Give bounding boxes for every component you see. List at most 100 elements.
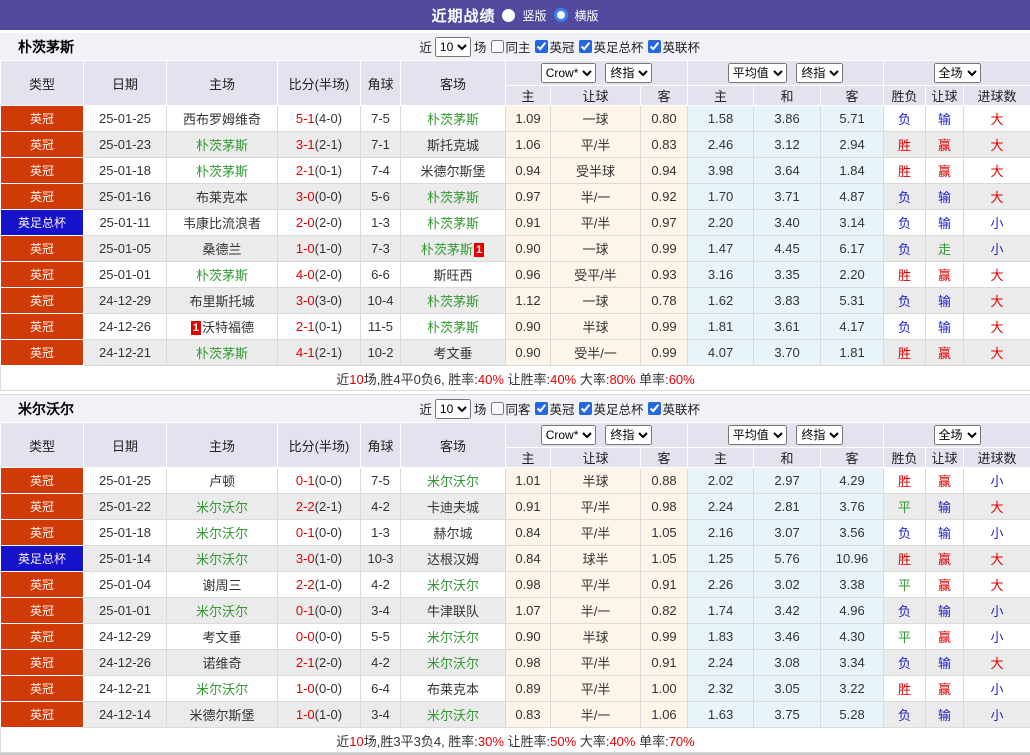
away-team-cell: 达根汉姆 (401, 546, 506, 572)
red-card-badge: 1 (191, 321, 201, 335)
layout-horizontal-label: 横版 (575, 7, 599, 24)
average-time-select[interactable]: 终指 (796, 425, 843, 445)
handicap-away-odds-cell: 0.99 (641, 236, 688, 262)
avg-draw-odds-cell: 2.97 (754, 468, 821, 494)
full-time-score: 3-1 (296, 137, 315, 152)
avg-draw-odds-cell: 5.76 (754, 546, 821, 572)
corner-cell: 7-5 (361, 468, 401, 494)
summary-segment: 10 (349, 372, 363, 387)
result-handicap-cell: 输 (926, 106, 964, 132)
col-header-away: 客场 (401, 423, 506, 468)
half-time-score: (0-1) (315, 319, 342, 334)
handicap-away-odds-cell: 1.00 (641, 676, 688, 702)
result-goals-cell: 大 (964, 494, 1030, 520)
team-name-text: 朴茨茅斯 (196, 346, 248, 361)
half-time-score: (1-0) (315, 577, 342, 592)
score-cell: 0-1(0-0) (278, 468, 361, 494)
subcol-avg-draw: 和 (754, 86, 821, 106)
team-name-text: 米尔沃尔 (196, 604, 248, 619)
avg-draw-odds-cell: 3.12 (754, 132, 821, 158)
same-venue-checkbox[interactable] (491, 40, 504, 53)
avg-away-odds-cell: 3.76 (821, 494, 884, 520)
match-count-select[interactable]: 10 (435, 399, 471, 419)
summary-segment: 80% (609, 372, 635, 387)
result-goals-cell: 小 (964, 624, 1030, 650)
average-odds-select[interactable]: 平均值 (728, 425, 787, 445)
team-name-text: 朴茨茅斯 (427, 190, 479, 205)
result-wdl-cell: 平 (884, 624, 926, 650)
home-team-cell: 考文垂 (167, 624, 278, 650)
home-team-cell: 米德尔斯堡 (167, 702, 278, 728)
layout-vertical-radio[interactable] (502, 9, 515, 22)
result-goals-cell: 小 (964, 210, 1030, 236)
league-filter-checkbox[interactable] (579, 402, 592, 415)
avg-home-odds-cell: 1.62 (688, 288, 754, 314)
avg-home-odds-cell: 2.32 (688, 676, 754, 702)
average-odds-select[interactable]: 平均值 (728, 63, 787, 83)
table-row: 英冠24-12-29考文垂0-0(0-0)5-5米尔沃尔0.90半球0.991.… (1, 624, 1030, 650)
results-table: 类型 日期 主场 比分(半场) 角球 客场 Crow* 终指 平均值 终指 (0, 422, 1030, 753)
handicap-time-select[interactable]: 终指 (605, 425, 652, 445)
odds-provider-select[interactable]: Crow* (541, 425, 596, 445)
handicap-away-odds-cell: 1.06 (641, 702, 688, 728)
table-row: 英冠25-01-22米尔沃尔2-2(2-1)4-2卡迪夫城0.91平/半0.98… (1, 494, 1030, 520)
same-venue-checkbox[interactable] (491, 402, 504, 415)
handicap-away-odds-cell: 0.80 (641, 106, 688, 132)
away-team-cell: 米尔沃尔 (401, 468, 506, 494)
league-filter-checkbox[interactable] (648, 40, 661, 53)
scope-select[interactable]: 全场 (934, 63, 981, 83)
away-team-cell: 布莱克本 (401, 676, 506, 702)
full-time-score: 2-1 (296, 163, 315, 178)
match-count-select[interactable]: 10 (435, 37, 471, 57)
handicap-home-odds-cell: 0.91 (506, 210, 551, 236)
date-cell: 25-01-14 (84, 546, 167, 572)
summary-segment: 40% (478, 372, 504, 387)
full-time-score: 2-0 (296, 215, 315, 230)
home-team-cell: 卢顿 (167, 468, 278, 494)
home-team-cell: 布里斯托城 (167, 288, 278, 314)
league-filter-checkbox[interactable] (648, 402, 661, 415)
handicap-away-odds-cell: 0.99 (641, 624, 688, 650)
odds-provider-select[interactable]: Crow* (541, 63, 596, 83)
summary-segment: 场,胜4平0负6, 胜率: (364, 372, 478, 387)
avg-home-odds-cell: 1.25 (688, 546, 754, 572)
summary-segment: 50% (550, 734, 576, 749)
date-cell: 24-12-14 (84, 702, 167, 728)
subcol-handicap-home: 主 (506, 448, 551, 468)
away-team-cell: 朴茨茅斯 (401, 288, 506, 314)
layout-horizontal-radio[interactable] (554, 8, 568, 22)
league-filter-checkbox[interactable] (535, 40, 548, 53)
summary-segment: 40% (550, 372, 576, 387)
handicap-line-cell: 平/半 (551, 572, 641, 598)
half-time-score: (0-1) (315, 163, 342, 178)
league-filter-checkbox[interactable] (579, 40, 592, 53)
corner-cell: 4-2 (361, 650, 401, 676)
subcol-handicap-away: 客 (641, 86, 688, 106)
away-team-cell: 赫尔城 (401, 520, 506, 546)
summary-segment: 场,胜3平3负4, 胜率: (364, 734, 478, 749)
league-cell: 英冠 (1, 468, 84, 494)
table-row: 英足总杯25-01-14米尔沃尔3-0(1-0)10-3达根汉姆0.84球半1.… (1, 546, 1030, 572)
full-time-score: 4-1 (296, 345, 315, 360)
scope-select[interactable]: 全场 (934, 425, 981, 445)
same-venue-label: 同客 (505, 399, 530, 418)
average-time-select[interactable]: 终指 (796, 63, 843, 83)
half-time-score: (1-0) (315, 551, 342, 566)
result-goals-cell: 大 (964, 546, 1030, 572)
team-name-text: 卢顿 (209, 474, 235, 489)
avg-draw-odds-cell: 3.07 (754, 520, 821, 546)
avg-draw-odds-cell: 3.35 (754, 262, 821, 288)
avg-draw-odds-cell: 3.08 (754, 650, 821, 676)
away-team-cell: 米尔沃尔 (401, 702, 506, 728)
team-section: 朴茨茅斯 近 10 场 同主 英冠英足总杯英联杯 类型 日期 主场 (0, 33, 1030, 391)
avg-draw-odds-cell: 3.86 (754, 106, 821, 132)
handicap-time-select[interactable]: 终指 (605, 63, 652, 83)
league-filter-checkbox[interactable] (535, 402, 548, 415)
home-team-cell: 朴茨茅斯 (167, 262, 278, 288)
team-name-text: 布里斯托城 (189, 294, 254, 309)
result-wdl-cell: 负 (884, 598, 926, 624)
full-time-score: 5-1 (296, 111, 315, 126)
avg-away-odds-cell: 3.56 (821, 520, 884, 546)
half-time-score: (2-1) (315, 345, 342, 360)
result-goals-cell: 小 (964, 236, 1030, 262)
